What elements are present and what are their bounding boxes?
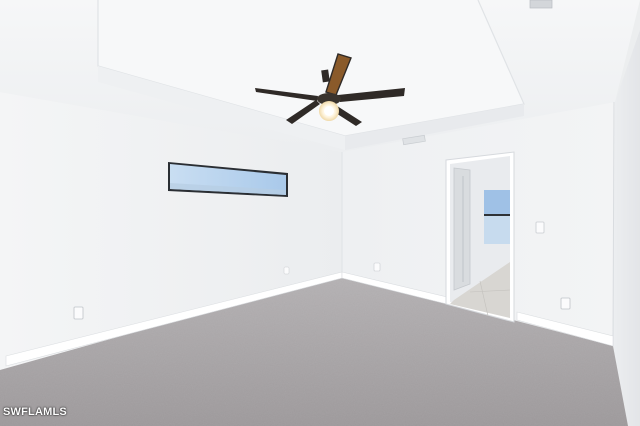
light-switch xyxy=(535,221,545,234)
room-photo xyxy=(0,0,640,426)
outlet-left-wall-far xyxy=(283,266,290,275)
outlet-back-wall xyxy=(373,262,381,272)
doorway xyxy=(445,151,515,323)
outlet-left-wall xyxy=(73,306,84,320)
watermark: SWFLAMLS xyxy=(3,406,67,418)
outlet-back-wall-right xyxy=(560,297,571,310)
ceiling-vent-top xyxy=(529,0,553,9)
